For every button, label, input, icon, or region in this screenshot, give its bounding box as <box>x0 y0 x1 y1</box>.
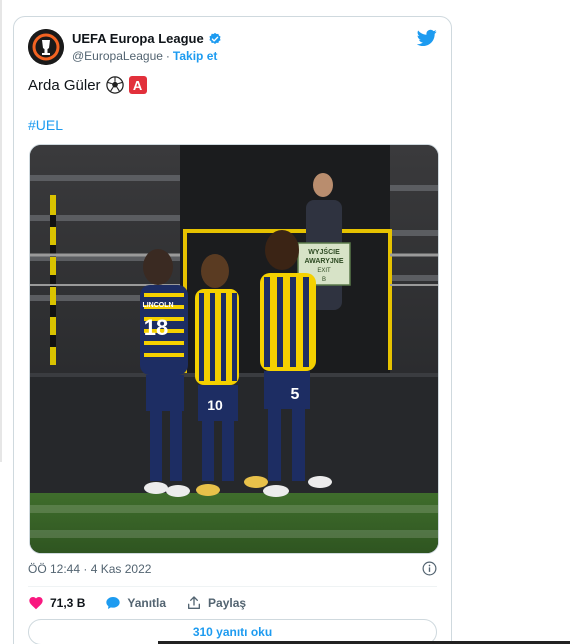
handle-row: @EuropaLeague · Takip et <box>72 49 217 63</box>
player-right-number: 5 <box>291 386 300 403</box>
letter-a-badge: A <box>128 76 147 94</box>
player-left-number: 18 <box>144 315 168 340</box>
twitter-bird-icon[interactable] <box>417 29 437 47</box>
reply-button[interactable]: Yanıtla <box>105 595 166 611</box>
divider <box>28 586 437 587</box>
verified-icon <box>209 32 221 44</box>
avatar[interactable] <box>28 29 64 65</box>
tweet-text: Arda Güler A <box>28 76 147 94</box>
follow-link[interactable]: Takip et <box>173 49 217 63</box>
sign-text-4: B <box>322 277 326 283</box>
share-icon <box>188 596 201 609</box>
read-replies-label: 310 yanıtı oku <box>192 625 273 639</box>
tweet-header: UEFA Europa League @EuropaLeague · Takip… <box>28 29 437 69</box>
info-icon[interactable] <box>422 561 437 576</box>
soccer-ball-icon <box>105 76 124 94</box>
reply-bubble-icon <box>106 597 121 609</box>
page-left-divider <box>0 0 2 462</box>
sign-text-1: WYJŚCIE <box>308 247 340 256</box>
name-row: UEFA Europa League <box>72 31 222 46</box>
share-label: Paylaş <box>208 596 247 610</box>
uel-logo-icon <box>28 29 64 65</box>
tweet-timestamp[interactable]: ÖÖ 12:44 · 4 Kas 2022 <box>28 562 151 576</box>
display-name[interactable]: UEFA Europa League <box>72 31 204 46</box>
share-button[interactable]: Paylaş <box>186 595 246 611</box>
tweet-card: UEFA Europa League @EuropaLeague · Takip… <box>13 16 452 644</box>
tweet-actions: 71,3 B Yanıtla Paylaş <box>28 593 246 613</box>
celebration-photo: WYJŚCIE AWARYJNE EXIT B LINCOLN 18 10 5 <box>30 145 438 553</box>
sign-text-2: AWARYJNE <box>304 258 343 265</box>
like-count: 71,3 B <box>50 596 86 610</box>
hashtag-link[interactable]: #UEL <box>28 117 63 133</box>
handle-separator: · <box>165 49 170 63</box>
tweet-text-content: Arda Güler <box>28 76 101 94</box>
like-button[interactable]: 71,3 B <box>28 595 85 611</box>
heart-icon <box>29 597 43 610</box>
player-left-name: LINCOLN <box>142 302 173 309</box>
reply-label: Yanıtla <box>127 596 167 610</box>
handle[interactable]: @EuropaLeague <box>72 49 163 63</box>
player-middle-number: 10 <box>207 397 223 413</box>
tweet-media-photo[interactable]: WYJŚCIE AWARYJNE EXIT B LINCOLN 18 10 5 <box>29 144 439 554</box>
sign-text-3: EXIT <box>317 268 331 274</box>
